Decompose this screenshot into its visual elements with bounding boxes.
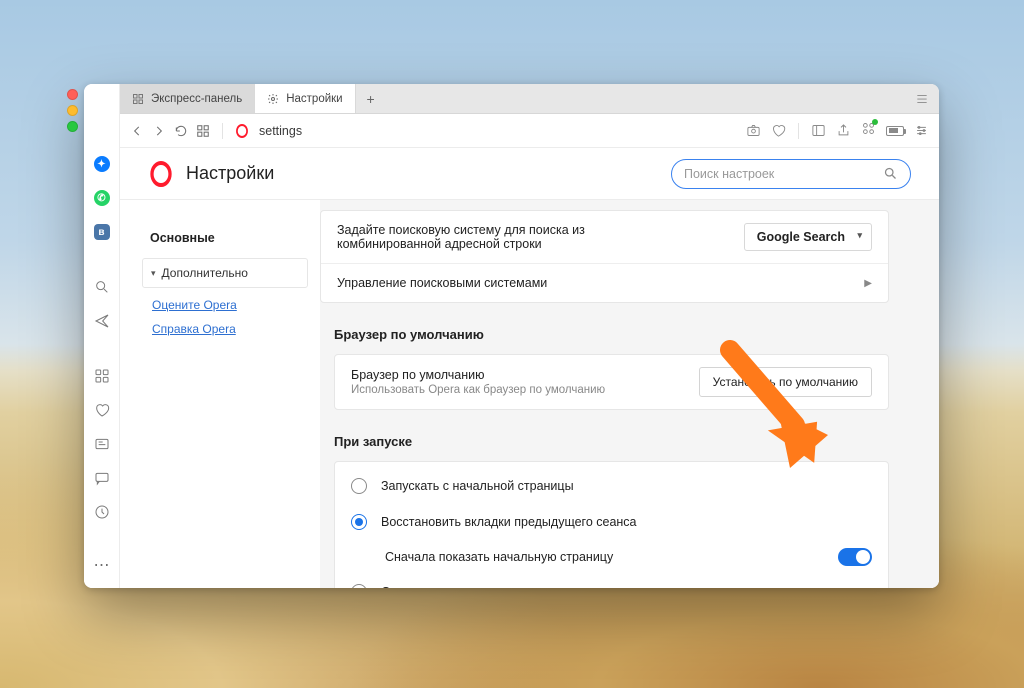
minimize-window-button[interactable]: [67, 105, 78, 116]
send-icon[interactable]: [93, 313, 111, 329]
radio-icon: [351, 584, 367, 588]
link-help-opera[interactable]: Справка Opera: [152, 322, 308, 336]
section-default-browser: Браузер по умолчанию: [334, 327, 889, 342]
whatsapp-icon[interactable]: ✆: [93, 190, 111, 206]
settings-header: Настройки: [120, 148, 939, 200]
history-icon[interactable]: [93, 504, 111, 520]
startup-option-specific-pages[interactable]: Открыть определенную страницу или нескол…: [335, 574, 888, 588]
browser-window: ✦ ✆ в ⋯ Экспресс-панель: [84, 84, 939, 588]
messenger-icon[interactable]: ✦: [93, 156, 111, 172]
chevron-right-icon: ▶: [864, 278, 872, 289]
opera-sidebar: ✦ ✆ в ⋯: [84, 84, 120, 588]
tab-strip: Экспресс-панель Настройки +: [120, 84, 939, 114]
battery-icon[interactable]: [886, 126, 904, 136]
radio-icon: [351, 478, 367, 494]
opera-logo-icon: [150, 161, 171, 187]
window-traffic-lights: [67, 89, 78, 132]
tab-label: Экспресс-панель: [151, 93, 242, 105]
gear-icon: [267, 93, 279, 105]
chat-icon[interactable]: [93, 470, 111, 486]
reload-button[interactable]: [174, 124, 188, 138]
default-browser-row: Браузер по умолчанию Использовать Opera …: [335, 355, 888, 409]
address-bar: settings: [120, 114, 939, 148]
speed-dial-icon[interactable]: [93, 368, 111, 384]
section-startup: При запуске: [334, 434, 889, 449]
maximize-window-button[interactable]: [67, 121, 78, 132]
tab-speed-dial[interactable]: Экспресс-панель: [120, 84, 255, 113]
sidebar-toggle-icon[interactable]: [811, 123, 826, 138]
new-tab-button[interactable]: +: [356, 84, 386, 113]
toggle-on[interactable]: [838, 548, 872, 566]
sidebar-item-basic[interactable]: Основные: [142, 224, 308, 252]
snapshot-icon[interactable]: [746, 123, 761, 138]
set-default-browser-button[interactable]: Установить по умолчанию: [699, 367, 872, 397]
startup-show-start-first[interactable]: Сначала показать начальную страницу: [385, 540, 888, 574]
more-icon[interactable]: ⋯: [93, 556, 111, 574]
radio-icon: [351, 514, 367, 530]
default-browser-card: Браузер по умолчанию Использовать Opera …: [334, 354, 889, 410]
startup-option-start-page[interactable]: Запускать с начальной страницы: [335, 468, 888, 504]
back-button[interactable]: [130, 124, 144, 138]
settings-sidebar: Основные Дополнительно Оцените Opera Спр…: [120, 200, 320, 588]
url-text[interactable]: settings: [259, 124, 302, 138]
news-icon[interactable]: [93, 436, 111, 452]
easy-setup-icon[interactable]: [914, 123, 929, 138]
search-icon[interactable]: [93, 279, 111, 295]
search-engine-row[interactable]: Задайте поисковую систему для поиска из …: [321, 211, 888, 263]
search-icon: [883, 166, 898, 181]
settings-search[interactable]: [671, 159, 911, 189]
settings-search-input[interactable]: [684, 167, 883, 181]
vk-icon[interactable]: в: [93, 224, 111, 240]
share-icon[interactable]: [836, 123, 851, 138]
extensions-icon[interactable]: [861, 121, 876, 141]
startup-option-restore-tabs[interactable]: Восстановить вкладки предыдущего сеанса: [335, 504, 888, 540]
startup-card: Запускать с начальной страницы Восстанов…: [334, 461, 889, 588]
settings-content: Задайте поисковую систему для поиска из …: [320, 200, 939, 588]
search-engine-card: Задайте поисковую систему для поиска из …: [320, 210, 889, 303]
speed-dial-shortcut-icon[interactable]: [196, 124, 210, 138]
opera-logo-icon: [236, 124, 248, 138]
search-engine-select[interactable]: Google Search: [744, 223, 872, 251]
heart-icon[interactable]: [93, 402, 111, 418]
forward-button[interactable]: [152, 124, 166, 138]
manage-search-engines-row[interactable]: Управление поисковыми системами ▶: [321, 263, 888, 302]
heart-icon[interactable]: [771, 123, 786, 138]
link-rate-opera[interactable]: Оцените Opera: [152, 298, 308, 312]
page-title: Настройки: [186, 163, 274, 184]
close-window-button[interactable]: [67, 89, 78, 100]
sidebar-item-advanced[interactable]: Дополнительно: [142, 258, 308, 288]
tab-menu-icon[interactable]: [915, 92, 929, 106]
tab-settings[interactable]: Настройки: [255, 84, 355, 113]
tab-label: Настройки: [286, 93, 342, 105]
